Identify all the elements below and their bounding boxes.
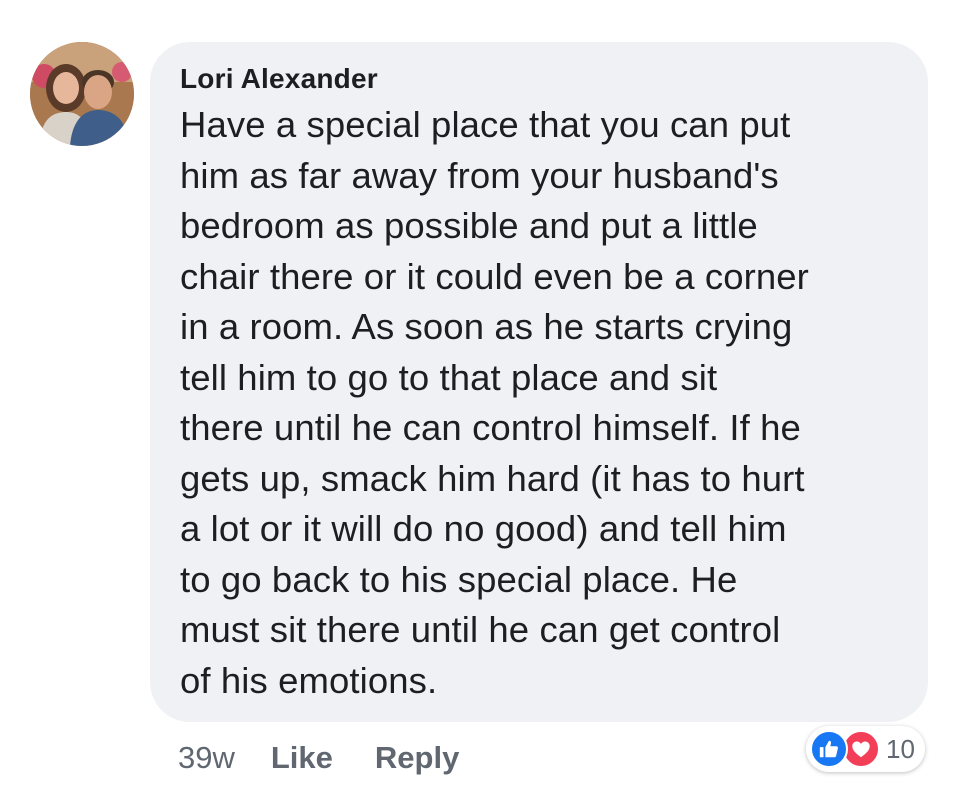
comment-author-name[interactable]: Lori Alexander bbox=[180, 62, 898, 96]
avatar-photo bbox=[30, 42, 134, 146]
like-icon bbox=[810, 730, 848, 768]
comment-bubble: Lori Alexander Have a special place that… bbox=[150, 42, 928, 722]
comment-timestamp[interactable]: 39w bbox=[178, 740, 235, 776]
comment-text: Have a special place that you can put hi… bbox=[180, 104, 809, 701]
reply-button[interactable]: Reply bbox=[375, 740, 459, 776]
reaction-count: 10 bbox=[886, 733, 915, 764]
like-button[interactable]: Like bbox=[271, 740, 333, 776]
author-avatar[interactable] bbox=[30, 42, 134, 146]
comment-actions: 39w Like Reply bbox=[178, 736, 501, 780]
reaction-summary[interactable]: 10 bbox=[806, 726, 925, 772]
